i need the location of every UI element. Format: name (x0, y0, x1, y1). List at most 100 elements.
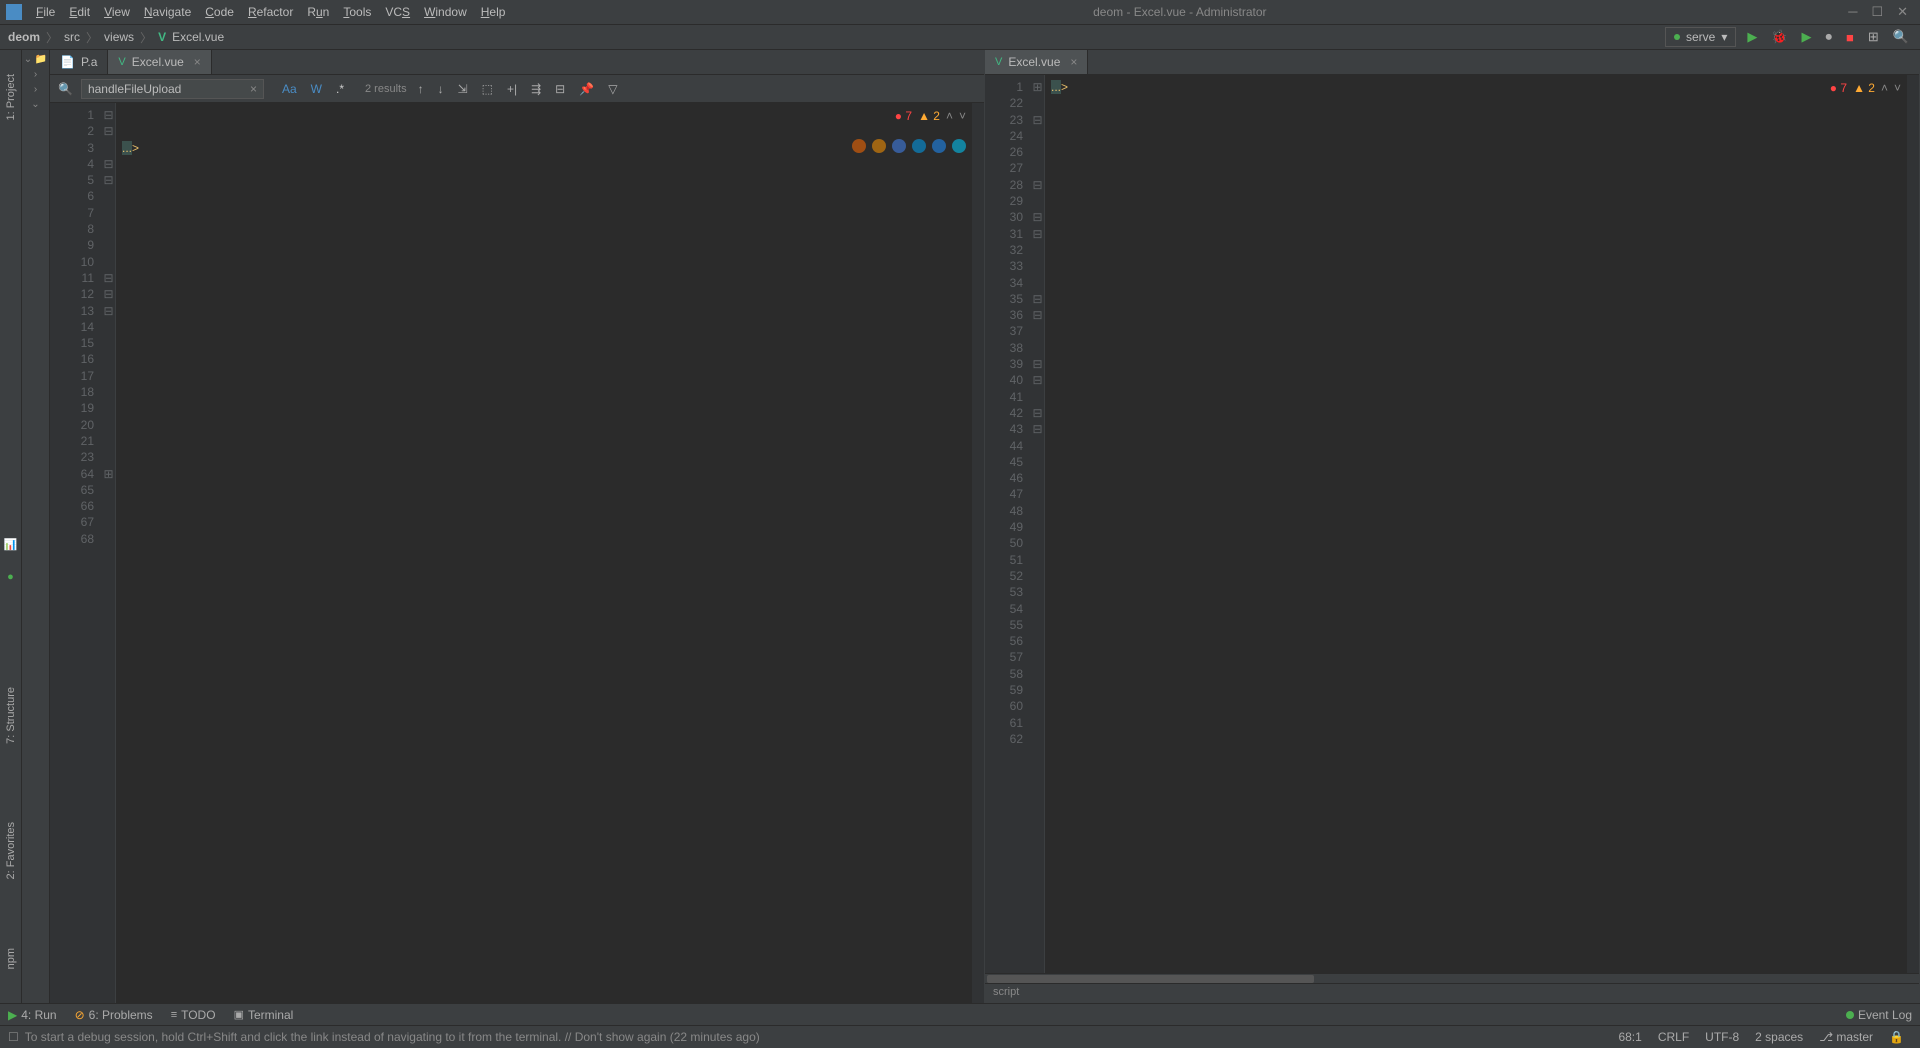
main-area: 1: Project 📊 ● 7: Structure 2: Favorites… (0, 50, 1920, 1003)
tab-pa[interactable]: 📄 P.a (50, 50, 108, 74)
toggle-button[interactable]: ⊟ (552, 82, 568, 96)
breadcrumb-src[interactable]: src (64, 30, 80, 44)
vue-icon: V (995, 56, 1002, 68)
menu-window[interactable]: Window (418, 3, 473, 21)
window-title: deom - Excel.vue - Administrator (511, 5, 1848, 19)
inspection-badge-left[interactable]: ● 7 ▲ 2 ˄ ˅ (891, 107, 970, 125)
next-match-button[interactable]: ↓ (435, 82, 447, 96)
structure-tool-tab[interactable]: 7: Structure (3, 683, 19, 748)
menu-tools[interactable]: Tools (337, 3, 377, 21)
close-tab-icon[interactable]: × (194, 55, 201, 69)
new-window-button[interactable]: ⬚ (479, 82, 496, 96)
menubar: File Edit View Navigate Code Refactor Ru… (30, 3, 511, 21)
dropdown-icon: ▾ (1721, 30, 1727, 44)
editor-split: 📄 P.a V Excel.vue × 🔍 × Aa W .* 2 result… (50, 50, 1920, 1003)
debug-button[interactable]: 🐞 (1768, 29, 1790, 45)
line-ending[interactable]: CRLF (1650, 1030, 1697, 1044)
editor-right: V Excel.vue × 12223242627282930313233343… (985, 50, 1920, 1003)
code-area-left[interactable]: 1234567891011121314151617181920212364656… (50, 103, 984, 1003)
error-stripe-right[interactable] (1907, 75, 1919, 973)
menu-run[interactable]: Run (301, 3, 335, 21)
breadcrumb-root[interactable]: deom (8, 30, 40, 44)
tool-window-bar-left: 1: Project 📊 ● 7: Structure 2: Favorites… (0, 50, 22, 1003)
tree-expand-icon[interactable]: › (34, 84, 37, 95)
tool-window-bar-bottom: ▶4: Run ⊘6: Problems ≡ TODO ▣ Terminal E… (0, 1003, 1920, 1025)
terminal-tool-tab[interactable]: ▣ Terminal (234, 1008, 294, 1022)
add-selection-button[interactable]: +| (504, 82, 520, 96)
horizontal-scrollbar[interactable] (985, 973, 1919, 983)
pin-button[interactable]: 📌 (576, 82, 597, 96)
clear-icon[interactable]: × (250, 82, 257, 96)
status-bar: ☐ To start a debug session, hold Ctrl+Sh… (0, 1025, 1920, 1048)
breadcrumb-file[interactable]: Excel.vue (172, 30, 224, 44)
prev-match-button[interactable]: ↑ (415, 82, 427, 96)
find-bar: 🔍 × Aa W .* 2 results ↑ ↓ ⇲ ⬚ +| ⇶ ⊟ 📌 ▽ (50, 75, 984, 103)
fold-strip-left[interactable]: ⊟⊟⊟⊟⊟⊟⊟⊞ (102, 103, 116, 1003)
indicator-icon[interactable]: ● (7, 571, 14, 583)
layout-button[interactable]: ⊞ (1865, 29, 1882, 45)
menu-help[interactable]: Help (475, 3, 512, 21)
menu-code[interactable]: Code (199, 3, 240, 21)
breadcrumb-views[interactable]: views (104, 30, 134, 44)
chevron-down-icon: ˅ (959, 109, 966, 123)
minimize-button[interactable]: ─ (1848, 4, 1857, 20)
select-occurrences-button[interactable]: ⇶ (528, 82, 544, 96)
encoding[interactable]: UTF-8 (1697, 1030, 1747, 1044)
problems-tool-tab[interactable]: ⊘6: Problems (75, 1008, 153, 1022)
coverage-button[interactable]: ▶ (1799, 29, 1815, 45)
favorites-tool-tab[interactable]: 2: Favorites (3, 818, 19, 883)
browser-icons[interactable] (852, 139, 966, 153)
inspection-badge-right[interactable]: ● 7 ▲ 2 ˄ ˅ (1826, 79, 1905, 97)
close-tab-icon[interactable]: × (1070, 55, 1077, 69)
lock-icon[interactable]: 🔒 (1881, 1030, 1912, 1044)
npm-tool-tab[interactable]: npm (3, 944, 19, 973)
close-button[interactable]: ✕ (1897, 4, 1908, 20)
breadcrumb-bar-right[interactable]: script (985, 983, 1919, 1003)
status-icon: ☐ (8, 1030, 19, 1044)
menu-file[interactable]: File (30, 3, 61, 21)
menu-vcs[interactable]: VCS (379, 3, 416, 21)
menu-navigate[interactable]: Navigate (138, 3, 197, 21)
menu-edit[interactable]: Edit (63, 3, 96, 21)
code-left[interactable]: ...> </span> <span class="hl-tag"> (116, 103, 972, 1003)
menu-view[interactable]: View (98, 3, 136, 21)
filter-button[interactable]: ▽ (605, 82, 620, 96)
maximize-button[interactable]: ☐ (1871, 4, 1883, 20)
run-button[interactable]: ▶ (1744, 29, 1760, 45)
fold-strip-right[interactable]: ⊞⊟⊟⊟⊟⊟⊟⊟⊟⊟⊟ (1031, 75, 1045, 973)
tab-excel-vue-left[interactable]: V Excel.vue × (108, 50, 211, 74)
run-tool-tab[interactable]: ▶4: Run (8, 1008, 57, 1022)
event-log-tab[interactable]: Event Log (1846, 1008, 1912, 1022)
titlebar: File Edit View Navigate Code Refactor Ru… (0, 0, 1920, 25)
error-stripe-left[interactable] (972, 103, 984, 1003)
stats-icon[interactable]: 📊 (4, 538, 18, 551)
tree-expand-icon[interactable]: › (34, 69, 37, 80)
collapse-icon[interactable]: ⌄ 📁 (24, 54, 48, 65)
vue-icon: V (118, 56, 125, 68)
menu-refactor[interactable]: Refactor (242, 3, 299, 21)
select-all-button[interactable]: ⇲ (455, 82, 471, 96)
caret-position[interactable]: 68:1 (1610, 1030, 1649, 1044)
run-status-dot (1674, 34, 1680, 40)
todo-tool-tab[interactable]: ≡ TODO (171, 1008, 216, 1022)
app-icon (6, 4, 22, 20)
find-input[interactable] (81, 79, 264, 99)
regex-toggle[interactable]: .* (333, 82, 347, 96)
error-count: ● 7 (895, 109, 912, 123)
profile-button[interactable]: ⏺ (1823, 29, 1836, 45)
code-area-right[interactable]: 1222324262728293031323334353637383940414… (985, 75, 1919, 973)
tree-collapse-icon[interactable]: ⌄ (31, 99, 39, 110)
indent[interactable]: 2 spaces (1747, 1030, 1811, 1044)
status-message[interactable]: To start a debug session, hold Ctrl+Shif… (25, 1030, 1611, 1044)
whole-word-toggle[interactable]: W (308, 82, 325, 96)
search-everywhere-button[interactable]: 🔍 (1890, 29, 1912, 45)
match-case-toggle[interactable]: Aa (279, 82, 300, 96)
editor-left: 📄 P.a V Excel.vue × 🔍 × Aa W .* 2 result… (50, 50, 985, 1003)
tab-excel-vue-right[interactable]: V Excel.vue × (985, 50, 1088, 74)
code-right[interactable]: ...> </span> <span class="hl-kw">import<… (1045, 75, 1907, 973)
run-config-selector[interactable]: serve ▾ (1665, 27, 1736, 47)
stop-button[interactable]: ■ (1843, 30, 1857, 45)
chevron-up-icon: ˄ (946, 109, 953, 123)
git-branch[interactable]: ⎇ master (1811, 1030, 1881, 1044)
project-tool-tab[interactable]: 1: Project (3, 70, 19, 124)
